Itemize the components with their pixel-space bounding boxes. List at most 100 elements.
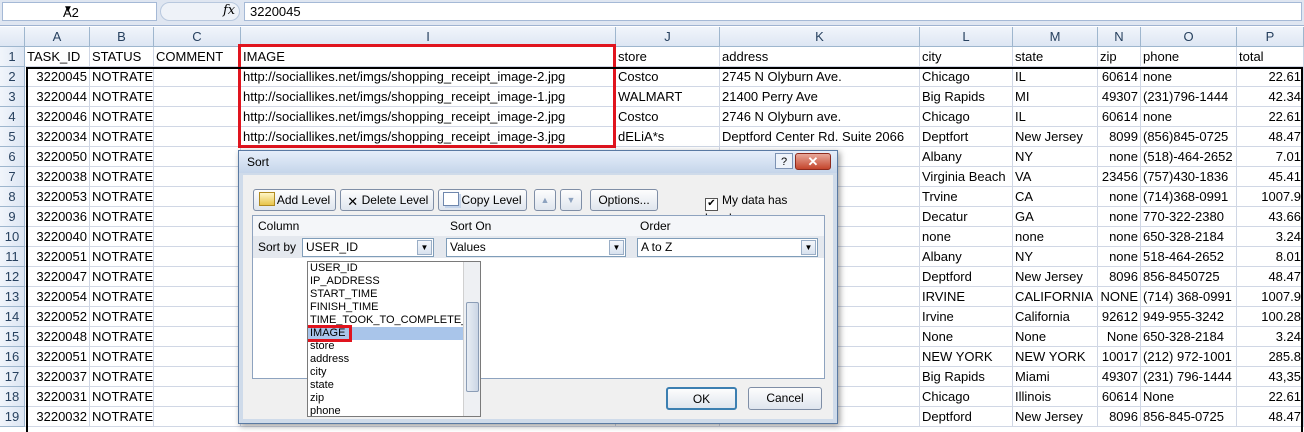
table-cell[interactable]: 23456	[1098, 167, 1141, 187]
table-cell[interactable]: 48.47	[1237, 407, 1304, 427]
dropdown-option[interactable]: START_TIME	[308, 288, 480, 301]
table-cell[interactable]: NY	[1013, 147, 1098, 167]
sort-level-row[interactable]: Sort by USER_ID ▼ Values ▼ A to Z ▼	[253, 236, 824, 258]
row-header[interactable]: 7	[0, 167, 25, 187]
table-cell[interactable]: none	[1098, 187, 1141, 207]
table-cell[interactable]: 60614	[1098, 107, 1141, 127]
copy-level-button[interactable]: Copy Level	[438, 189, 527, 211]
table-cell[interactable]: Big Rapids	[920, 367, 1013, 387]
header-cell[interactable]: COMMENT	[154, 47, 241, 67]
row-header[interactable]: 12	[0, 267, 25, 287]
cancel-button[interactable]: Cancel	[748, 387, 822, 410]
chevron-down-icon[interactable]: ▼	[417, 240, 432, 255]
table-cell[interactable]: 949-955-3242	[1141, 307, 1237, 327]
table-cell[interactable]: 22.61	[1237, 387, 1304, 407]
table-cell[interactable]: 1007.9	[1237, 187, 1304, 207]
table-cell[interactable]	[154, 367, 241, 387]
table-cell[interactable]	[154, 287, 241, 307]
column-header-c[interactable]: C	[154, 27, 241, 47]
table-cell[interactable]: http://sociallikes.net/imgs/shopping_rec…	[241, 127, 616, 147]
table-cell[interactable]: NOTRATED	[90, 107, 154, 127]
table-cell[interactable]: 45.41	[1237, 167, 1304, 187]
table-cell[interactable]: Illinois	[1013, 387, 1098, 407]
table-cell[interactable]: Miami	[1013, 367, 1098, 387]
table-cell[interactable]: Big Rapids	[920, 87, 1013, 107]
table-cell[interactable]: NOTRATED	[90, 67, 154, 87]
column-header-n[interactable]: N	[1098, 27, 1141, 47]
table-cell[interactable]: 3220047	[25, 267, 90, 287]
table-cell[interactable]: 3220046	[25, 107, 90, 127]
table-cell[interactable]: none	[1098, 247, 1141, 267]
table-cell[interactable]: GA	[1013, 207, 1098, 227]
table-cell[interactable]: http://sociallikes.net/imgs/shopping_rec…	[241, 67, 616, 87]
column-header-a[interactable]: A	[25, 27, 90, 47]
table-cell[interactable]: 48.47	[1237, 267, 1304, 287]
table-cell[interactable]: (714) 368-0991	[1141, 287, 1237, 307]
table-cell[interactable]: NOTRATED	[90, 227, 154, 247]
table-cell[interactable]: Virginia Beach	[920, 167, 1013, 187]
close-button[interactable]: ✕	[795, 153, 831, 170]
dropdown-option[interactable]: city	[308, 366, 480, 379]
table-cell[interactable]: 518-464-2652	[1141, 247, 1237, 267]
table-cell[interactable]: (231) 796-1444	[1141, 367, 1237, 387]
table-cell[interactable]	[154, 407, 241, 427]
column-header-o[interactable]: O	[1141, 27, 1237, 47]
table-cell[interactable]: NOTRATED	[90, 407, 154, 427]
table-cell[interactable]: none	[1098, 227, 1141, 247]
table-cell[interactable]: none	[1141, 107, 1237, 127]
header-cell[interactable]: IMAGE	[241, 47, 616, 67]
function-icon[interactable]: fx	[223, 3, 235, 18]
table-cell[interactable]: IRVINE	[920, 287, 1013, 307]
sort-on-combo[interactable]: Values ▼	[446, 238, 626, 257]
chevron-down-icon[interactable]: ▼	[609, 240, 624, 255]
table-cell[interactable]	[154, 387, 241, 407]
header-cell[interactable]: store	[616, 47, 720, 67]
table-cell[interactable]: 3220044	[25, 87, 90, 107]
table-cell[interactable]: none	[1141, 67, 1237, 87]
table-cell[interactable]: 3220048	[25, 327, 90, 347]
header-cell[interactable]: TASK_ID	[25, 47, 90, 67]
table-cell[interactable]: NOTRATED	[90, 387, 154, 407]
table-cell[interactable]: (518)-464-2652	[1141, 147, 1237, 167]
table-cell[interactable]	[154, 147, 241, 167]
row-header[interactable]: 3	[0, 87, 25, 107]
table-cell[interactable]: (757)430-1836	[1141, 167, 1237, 187]
table-cell[interactable]: NOTRATED	[90, 187, 154, 207]
table-cell[interactable]	[154, 307, 241, 327]
dropdown-option[interactable]: USER_ID	[308, 262, 480, 275]
header-cell[interactable]: city	[920, 47, 1013, 67]
table-cell[interactable]: NOTRATED	[90, 127, 154, 147]
table-cell[interactable]: 22.61	[1237, 107, 1304, 127]
table-cell[interactable]: 3220036	[25, 207, 90, 227]
column-header-m[interactable]: M	[1013, 27, 1098, 47]
table-cell[interactable]: 3220037	[25, 367, 90, 387]
table-cell[interactable]	[154, 87, 241, 107]
column-header-l[interactable]: L	[920, 27, 1013, 47]
table-cell[interactable]: NOTRATED	[90, 287, 154, 307]
dialog-title-bar[interactable]: Sort	[239, 151, 837, 173]
table-cell[interactable]: Deptfort	[920, 127, 1013, 147]
table-cell[interactable]: NONE	[1098, 287, 1141, 307]
table-cell[interactable]: 100.28	[1237, 307, 1304, 327]
table-cell[interactable]: 43.66	[1237, 207, 1304, 227]
table-cell[interactable]: 3220034	[25, 127, 90, 147]
table-cell[interactable]: 8096	[1098, 267, 1141, 287]
table-cell[interactable]: Costco	[616, 67, 720, 87]
row-header[interactable]: 14	[0, 307, 25, 327]
move-down-icon[interactable]: ▼	[560, 189, 582, 211]
table-cell[interactable]: None	[1141, 387, 1237, 407]
table-cell[interactable]: IL	[1013, 67, 1098, 87]
table-cell[interactable]: NOTRATED	[90, 267, 154, 287]
table-cell[interactable]	[154, 67, 241, 87]
table-cell[interactable]: New Jersey	[1013, 127, 1098, 147]
table-cell[interactable]: Trvine	[920, 187, 1013, 207]
table-cell[interactable]: New Jersey	[1013, 407, 1098, 427]
add-level-button[interactable]: Add Level	[253, 189, 336, 211]
table-cell[interactable]: 2746 N Olyburn ave.	[720, 107, 920, 127]
table-cell[interactable]: 3220051	[25, 247, 90, 267]
table-cell[interactable]: 285.8	[1237, 347, 1304, 367]
table-cell[interactable]: None	[1013, 327, 1098, 347]
table-cell[interactable]: 3220050	[25, 147, 90, 167]
row-header[interactable]: 5	[0, 127, 25, 147]
header-cell[interactable]: address	[720, 47, 920, 67]
